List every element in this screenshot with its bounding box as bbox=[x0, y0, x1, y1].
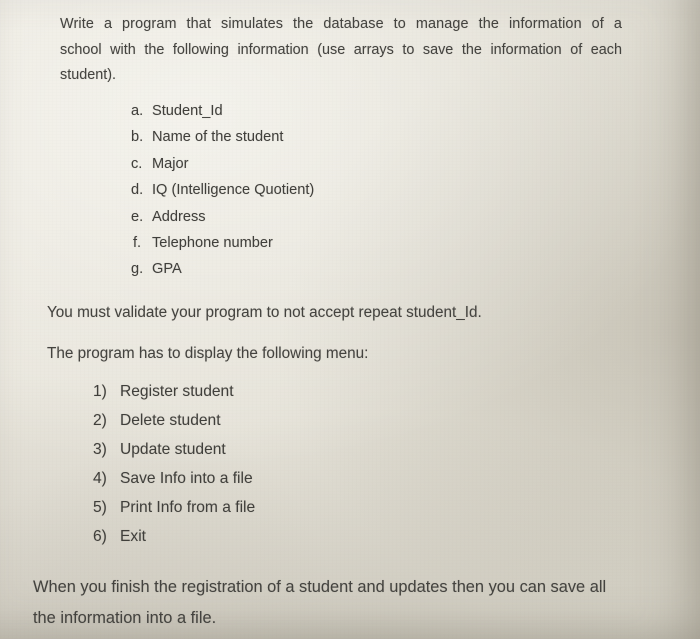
menu-intro-text: The program has to display the following… bbox=[47, 345, 369, 362]
student-fields-list: a. Student_Id b. Name of the student c. … bbox=[131, 103, 314, 288]
scanned-document-page: Write a program that simulates the datab… bbox=[0, 0, 700, 639]
list-item: 1) Register student bbox=[93, 383, 255, 412]
list-item-label: Exit bbox=[120, 528, 146, 545]
list-item-label: Address bbox=[152, 208, 206, 225]
validation-note: You must validate your program to not ac… bbox=[47, 304, 482, 321]
list-item: d. IQ (Intelligence Quotient) bbox=[131, 182, 314, 208]
list-item-label: GPA bbox=[152, 261, 182, 278]
list-item: 2) Delete student bbox=[93, 412, 255, 441]
list-item-label: Major bbox=[152, 155, 189, 172]
intro-paragraph-line-3: student). bbox=[60, 67, 116, 83]
list-item: a. Student_Id bbox=[131, 103, 314, 129]
list-item-label: Save Info into a file bbox=[120, 470, 253, 487]
list-item-label: Name of the student bbox=[152, 129, 284, 146]
list-marker: 3) bbox=[93, 441, 107, 458]
list-item: 6) Exit bbox=[93, 528, 255, 557]
list-marker: 4) bbox=[93, 470, 107, 487]
list-item-label: Update student bbox=[120, 441, 226, 458]
list-item-label: Register student bbox=[120, 383, 234, 400]
list-marker: c. bbox=[131, 155, 143, 172]
closing-paragraph-line-2: the information into a file. bbox=[33, 609, 217, 627]
intro-paragraph: Write a program that simulates the datab… bbox=[60, 12, 622, 89]
list-item-label: IQ (Intelligence Quotient) bbox=[152, 182, 315, 199]
list-item-label: Print Info from a file bbox=[120, 499, 256, 516]
list-marker: 5) bbox=[93, 499, 107, 516]
list-item: b. Name of the student bbox=[131, 129, 314, 155]
list-item-label: Student_Id bbox=[152, 103, 223, 119]
list-marker: a. bbox=[131, 103, 144, 119]
list-item: 5) Print Info from a file bbox=[93, 499, 255, 528]
list-marker: f. bbox=[133, 234, 142, 251]
menu-options-list: 1) Register student 2) Delete student 3)… bbox=[93, 383, 255, 557]
list-item: c. Major bbox=[131, 156, 314, 182]
list-marker: d. bbox=[131, 182, 144, 199]
list-item: f. Telephone number bbox=[131, 235, 314, 261]
list-marker: g. bbox=[131, 261, 144, 278]
list-item: g. GPA bbox=[131, 261, 314, 287]
list-marker: 1) bbox=[93, 383, 107, 400]
list-item: 4) Save Info into a file bbox=[93, 470, 255, 499]
list-marker: b. bbox=[131, 129, 144, 146]
list-marker: 2) bbox=[93, 412, 107, 429]
list-item-label: Delete student bbox=[120, 412, 221, 429]
closing-paragraph: When you finish the registration of a st… bbox=[33, 572, 669, 634]
list-marker: 6) bbox=[93, 528, 107, 545]
list-item: e. Address bbox=[131, 209, 314, 235]
list-item-label: Telephone number bbox=[152, 234, 273, 251]
list-item: 3) Update student bbox=[93, 441, 255, 470]
intro-paragraph-line-1: Write a program that simulates the datab… bbox=[60, 16, 622, 32]
list-marker: e. bbox=[131, 208, 144, 225]
intro-paragraph-line-2: school with the following information (u… bbox=[60, 41, 622, 58]
closing-paragraph-line-1: When you finish the registration of a st… bbox=[33, 578, 607, 596]
